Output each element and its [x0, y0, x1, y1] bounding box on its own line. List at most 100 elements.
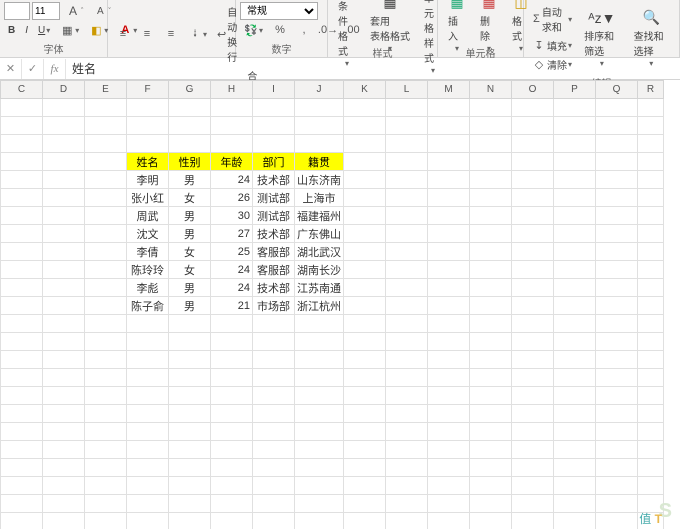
data-cell[interactable]: [470, 279, 512, 297]
data-cell[interactable]: [470, 261, 512, 279]
header-cell[interactable]: [428, 153, 470, 171]
data-cell[interactable]: [638, 189, 664, 207]
cell[interactable]: [638, 441, 664, 459]
header-cell[interactable]: [1, 153, 43, 171]
header-cell[interactable]: [512, 153, 554, 171]
data-cell[interactable]: [43, 207, 85, 225]
cell[interactable]: [253, 513, 295, 529]
cell[interactable]: [470, 333, 512, 351]
data-cell[interactable]: [1, 297, 43, 315]
cell[interactable]: [295, 117, 344, 135]
cell[interactable]: [554, 135, 596, 153]
cell[interactable]: [43, 369, 85, 387]
underline-button[interactable]: U▾: [34, 23, 54, 38]
cell[interactable]: [512, 513, 554, 529]
header-cell[interactable]: [638, 153, 664, 171]
cell[interactable]: [638, 99, 664, 117]
data-cell[interactable]: 张小红: [127, 189, 169, 207]
data-cell[interactable]: [428, 297, 470, 315]
cell[interactable]: [211, 513, 253, 529]
data-cell[interactable]: [554, 225, 596, 243]
cell[interactable]: [470, 315, 512, 333]
cell[interactable]: [386, 117, 428, 135]
data-cell[interactable]: [638, 297, 664, 315]
data-cell[interactable]: [344, 297, 386, 315]
data-cell[interactable]: [344, 171, 386, 189]
cell[interactable]: [512, 333, 554, 351]
cell[interactable]: [386, 369, 428, 387]
header-cell[interactable]: [85, 153, 127, 171]
data-cell[interactable]: [554, 171, 596, 189]
cell[interactable]: [344, 513, 386, 529]
data-cell[interactable]: [1, 207, 43, 225]
cell[interactable]: [470, 441, 512, 459]
header-cell[interactable]: [386, 153, 428, 171]
data-cell[interactable]: [386, 171, 428, 189]
cell[interactable]: [596, 477, 638, 495]
cell[interactable]: [1, 513, 43, 529]
increase-font-button[interactable]: Aˆ: [62, 2, 87, 20]
cell[interactable]: [127, 405, 169, 423]
cell[interactable]: [554, 315, 596, 333]
column-header-P[interactable]: P: [554, 81, 596, 99]
cell[interactable]: [127, 99, 169, 117]
cell[interactable]: [596, 459, 638, 477]
cell[interactable]: [596, 405, 638, 423]
data-cell[interactable]: [85, 261, 127, 279]
header-cell[interactable]: [596, 153, 638, 171]
cell[interactable]: [295, 351, 344, 369]
autosum-button[interactable]: Σ自动求和▾: [528, 2, 576, 36]
header-cell[interactable]: 姓名: [127, 153, 169, 171]
data-cell[interactable]: 男: [169, 225, 211, 243]
cell[interactable]: [253, 333, 295, 351]
data-cell[interactable]: 24: [211, 171, 253, 189]
cell[interactable]: [295, 99, 344, 117]
cell[interactable]: [638, 405, 664, 423]
cell[interactable]: [596, 387, 638, 405]
cell[interactable]: [169, 99, 211, 117]
cell[interactable]: [169, 513, 211, 529]
cell[interactable]: [386, 513, 428, 529]
align-bottom-button[interactable]: ≡: [160, 25, 182, 43]
cell[interactable]: [386, 315, 428, 333]
data-cell[interactable]: [1, 243, 43, 261]
cell[interactable]: [43, 477, 85, 495]
cell[interactable]: [512, 351, 554, 369]
data-cell[interactable]: [386, 225, 428, 243]
cell[interactable]: [596, 495, 638, 513]
header-cell[interactable]: 年龄: [211, 153, 253, 171]
percent-button[interactable]: %: [269, 21, 291, 39]
cell[interactable]: [295, 405, 344, 423]
data-cell[interactable]: [386, 243, 428, 261]
cell[interactable]: [386, 441, 428, 459]
data-cell[interactable]: [470, 297, 512, 315]
cell[interactable]: [1, 351, 43, 369]
cell[interactable]: [344, 315, 386, 333]
cell[interactable]: [127, 513, 169, 529]
cell[interactable]: [554, 117, 596, 135]
cell[interactable]: [253, 495, 295, 513]
data-cell[interactable]: 测试部: [253, 189, 295, 207]
column-header-G[interactable]: G: [169, 81, 211, 99]
cell[interactable]: [1, 423, 43, 441]
data-cell[interactable]: [344, 207, 386, 225]
cell[interactable]: [386, 99, 428, 117]
cell[interactable]: [344, 495, 386, 513]
cell[interactable]: [253, 351, 295, 369]
data-cell[interactable]: [386, 189, 428, 207]
cell[interactable]: [211, 495, 253, 513]
currency-button[interactable]: 💱▾: [240, 21, 267, 39]
cell[interactable]: [253, 369, 295, 387]
cell[interactable]: [253, 477, 295, 495]
data-cell[interactable]: 陈玲玲: [127, 261, 169, 279]
cell[interactable]: [1, 495, 43, 513]
cell[interactable]: [169, 441, 211, 459]
cell[interactable]: [295, 333, 344, 351]
cell[interactable]: [596, 423, 638, 441]
cell[interactable]: [512, 99, 554, 117]
cell[interactable]: [253, 405, 295, 423]
cell[interactable]: [386, 351, 428, 369]
data-cell[interactable]: [470, 171, 512, 189]
cell[interactable]: [1, 387, 43, 405]
cell[interactable]: [295, 387, 344, 405]
